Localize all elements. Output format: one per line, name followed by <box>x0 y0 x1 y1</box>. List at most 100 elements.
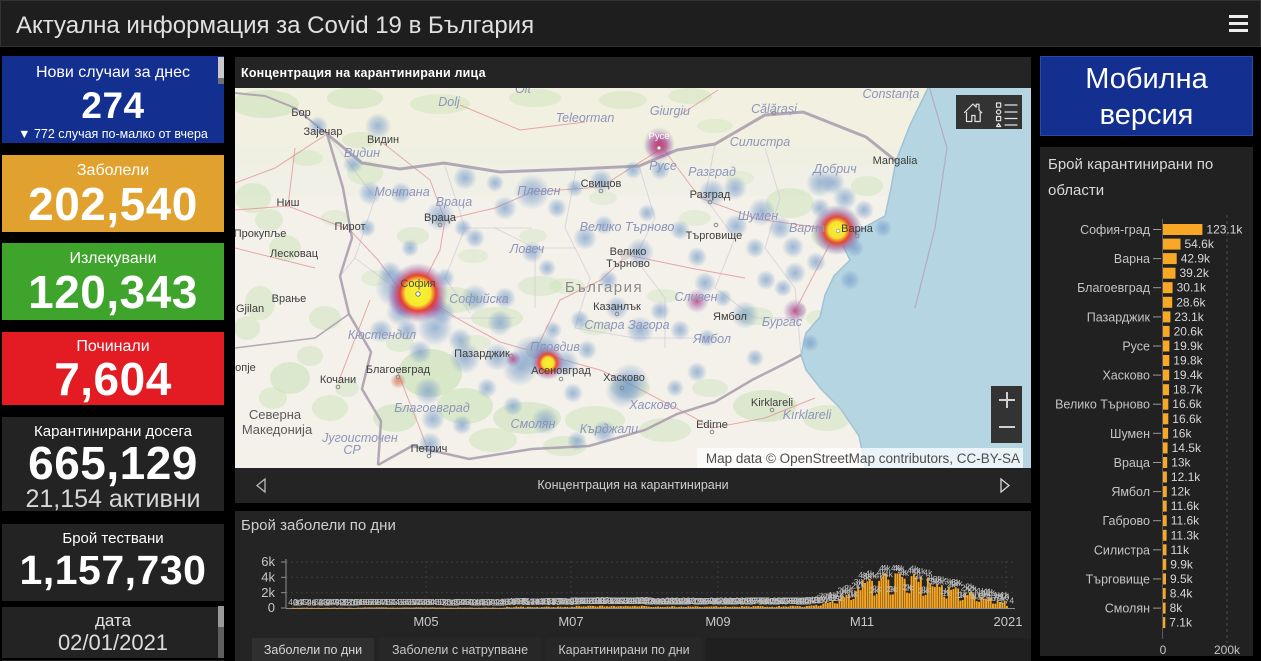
svg-text:Kırklareli: Kırklareli <box>783 408 833 422</box>
svg-text:Бургас: Бургас <box>762 315 803 329</box>
svg-text:16k: 16k <box>1172 426 1192 440</box>
svg-text:Силистра: Силистра <box>1094 543 1150 557</box>
svg-text:23.1k: 23.1k <box>1174 310 1204 324</box>
svg-text:12k: 12k <box>1171 485 1191 499</box>
svg-text:Велико Търново: Велико Търново <box>1055 398 1150 412</box>
svg-text:Хасково: Хасково <box>628 398 677 412</box>
svg-text:2k: 2k <box>905 583 915 593</box>
svg-text:2k: 2k <box>261 585 275 600</box>
svg-text:274: 274 <box>1000 595 1014 605</box>
svg-text:Ловеч: Ловеч <box>509 242 545 256</box>
svg-text:Добрич: Добрич <box>811 162 857 176</box>
svg-text:Врање: Врање <box>272 293 307 305</box>
svg-text:Видин: Видин <box>344 146 380 160</box>
svg-text:42.9k: 42.9k <box>1181 252 1211 266</box>
svg-text:Варна: Варна <box>841 223 874 235</box>
svg-text:Видин: Видин <box>367 134 399 146</box>
svg-text:Constanța: Constanța <box>863 88 920 101</box>
svg-text:Шумен: Шумен <box>1110 427 1150 441</box>
svg-text:0: 0 <box>1160 643 1167 656</box>
svg-text:2021: 2021 <box>994 614 1023 629</box>
svg-text:Пазарджик: Пазарджик <box>1087 310 1151 324</box>
svg-text:Olt: Olt <box>515 88 532 96</box>
svg-text:Map data © OpenStreetMap contr: Map data © OpenStreetMap contributors, C… <box>706 451 1020 466</box>
svg-text:123.1k: 123.1k <box>1206 223 1243 237</box>
svg-text:Прокупље: Прокупље <box>235 228 286 240</box>
svg-text:Gjilan: Gjilan <box>236 303 264 315</box>
svg-text:Враца: Враца <box>436 195 473 209</box>
svg-text:8k: 8k <box>1170 601 1184 615</box>
svg-text:11k: 11k <box>1171 543 1190 557</box>
svg-text:Габрово: Габрово <box>1102 514 1150 528</box>
svg-text:20.6k: 20.6k <box>1174 324 1204 338</box>
svg-text:Пазарджик: Пазарджик <box>454 348 510 360</box>
svg-text:Ямбол: Ямбол <box>1111 485 1150 499</box>
svg-text:Силистра: Силистра <box>730 135 790 149</box>
svg-text:Свищов: Свищов <box>581 178 622 190</box>
svg-text:28.6k: 28.6k <box>1176 295 1206 309</box>
svg-text:Giurgiu: Giurgiu <box>650 104 690 118</box>
svg-text:M05: M05 <box>413 614 438 629</box>
svg-text:Кърджали: Кърджали <box>580 422 638 436</box>
svg-text:Лесковац: Лесковац <box>270 248 319 260</box>
svg-text:200k: 200k <box>1214 643 1241 656</box>
svg-text:Търговище: Търговище <box>686 230 743 242</box>
svg-text:Пловдив: Пловдив <box>530 340 580 354</box>
svg-text:19.4k: 19.4k <box>1173 368 1203 382</box>
svg-text:2k: 2k <box>921 584 931 594</box>
svg-text:Велико: Велико <box>610 246 647 258</box>
svg-text:Шумен: Шумен <box>738 209 778 223</box>
svg-text:Благоевград: Благоевград <box>394 401 470 415</box>
svg-text:16.6k: 16.6k <box>1172 397 1202 411</box>
svg-text:Ямбол: Ямбол <box>713 311 747 323</box>
svg-text:Търговище: Търговище <box>1086 572 1150 586</box>
svg-text:13k: 13k <box>1171 456 1191 470</box>
svg-text:39.2k: 39.2k <box>1180 266 1210 280</box>
svg-text:Търново: Търново <box>606 258 650 270</box>
svg-text:19.8k: 19.8k <box>1173 354 1203 368</box>
svg-text:Ниш: Ниш <box>277 197 300 209</box>
svg-text:11.6k: 11.6k <box>1171 514 1200 528</box>
svg-text:11.3k: 11.3k <box>1171 528 1200 542</box>
svg-text:Хасково: Хасково <box>1102 369 1150 383</box>
svg-text:Кочани: Кочани <box>320 374 356 386</box>
svg-text:8.4k: 8.4k <box>1170 587 1194 601</box>
svg-text:Варна: Варна <box>789 221 825 235</box>
svg-text:Русе: Русе <box>1122 340 1150 354</box>
svg-text:Враца: Враца <box>1114 456 1150 470</box>
svg-text:Велико Търново: Велико Търново <box>580 220 675 234</box>
svg-text:11.6k: 11.6k <box>1171 499 1200 513</box>
svg-text:16.6k: 16.6k <box>1172 412 1202 426</box>
svg-text:12.1k: 12.1k <box>1171 470 1201 484</box>
svg-text:Стара Загора: Стара Загора <box>584 318 669 332</box>
svg-text:Плевен: Плевен <box>517 184 560 198</box>
svg-text:София-град: София-град <box>1080 223 1151 237</box>
svg-text:Софийска: Софийска <box>449 292 508 306</box>
svg-text:19.9k: 19.9k <box>1173 339 1203 353</box>
svg-text:18.7k: 18.7k <box>1173 383 1203 397</box>
svg-text:Русе: Русе <box>649 159 677 173</box>
svg-text:Разград: Разград <box>688 165 736 179</box>
svg-text:Пирот: Пирот <box>334 221 365 233</box>
svg-text:Благоевград: Благоевград <box>366 364 431 376</box>
svg-text:Русе: Русе <box>648 131 669 142</box>
svg-text:4k: 4k <box>261 570 275 585</box>
svg-text:9.9k: 9.9k <box>1170 557 1194 571</box>
svg-text:6k: 6k <box>261 554 275 569</box>
svg-text:Teleorman: Teleorman <box>556 111 615 125</box>
svg-text:Смолян: Смолян <box>1105 602 1150 616</box>
svg-text:Ямбол: Ямбол <box>692 332 731 346</box>
svg-text:Mangalia: Mangalia <box>873 155 919 167</box>
svg-text:СР: СР <box>343 443 361 457</box>
svg-text:2k: 2k <box>889 584 899 594</box>
svg-text:M09: M09 <box>705 614 730 629</box>
svg-text:9.5k: 9.5k <box>1170 572 1194 586</box>
svg-text:Асеновград: Асеновград <box>531 365 591 377</box>
svg-text:Călărași: Călărași <box>751 102 798 116</box>
svg-text:Смолян: Смолян <box>511 417 556 431</box>
svg-text:14.5k: 14.5k <box>1172 441 1202 455</box>
svg-text:Dolj: Dolj <box>438 95 461 109</box>
svg-text:Казанлък: Казанлък <box>593 301 641 313</box>
svg-text:30.1k: 30.1k <box>1177 281 1207 295</box>
svg-text:Македонија: Македонија <box>242 422 313 437</box>
